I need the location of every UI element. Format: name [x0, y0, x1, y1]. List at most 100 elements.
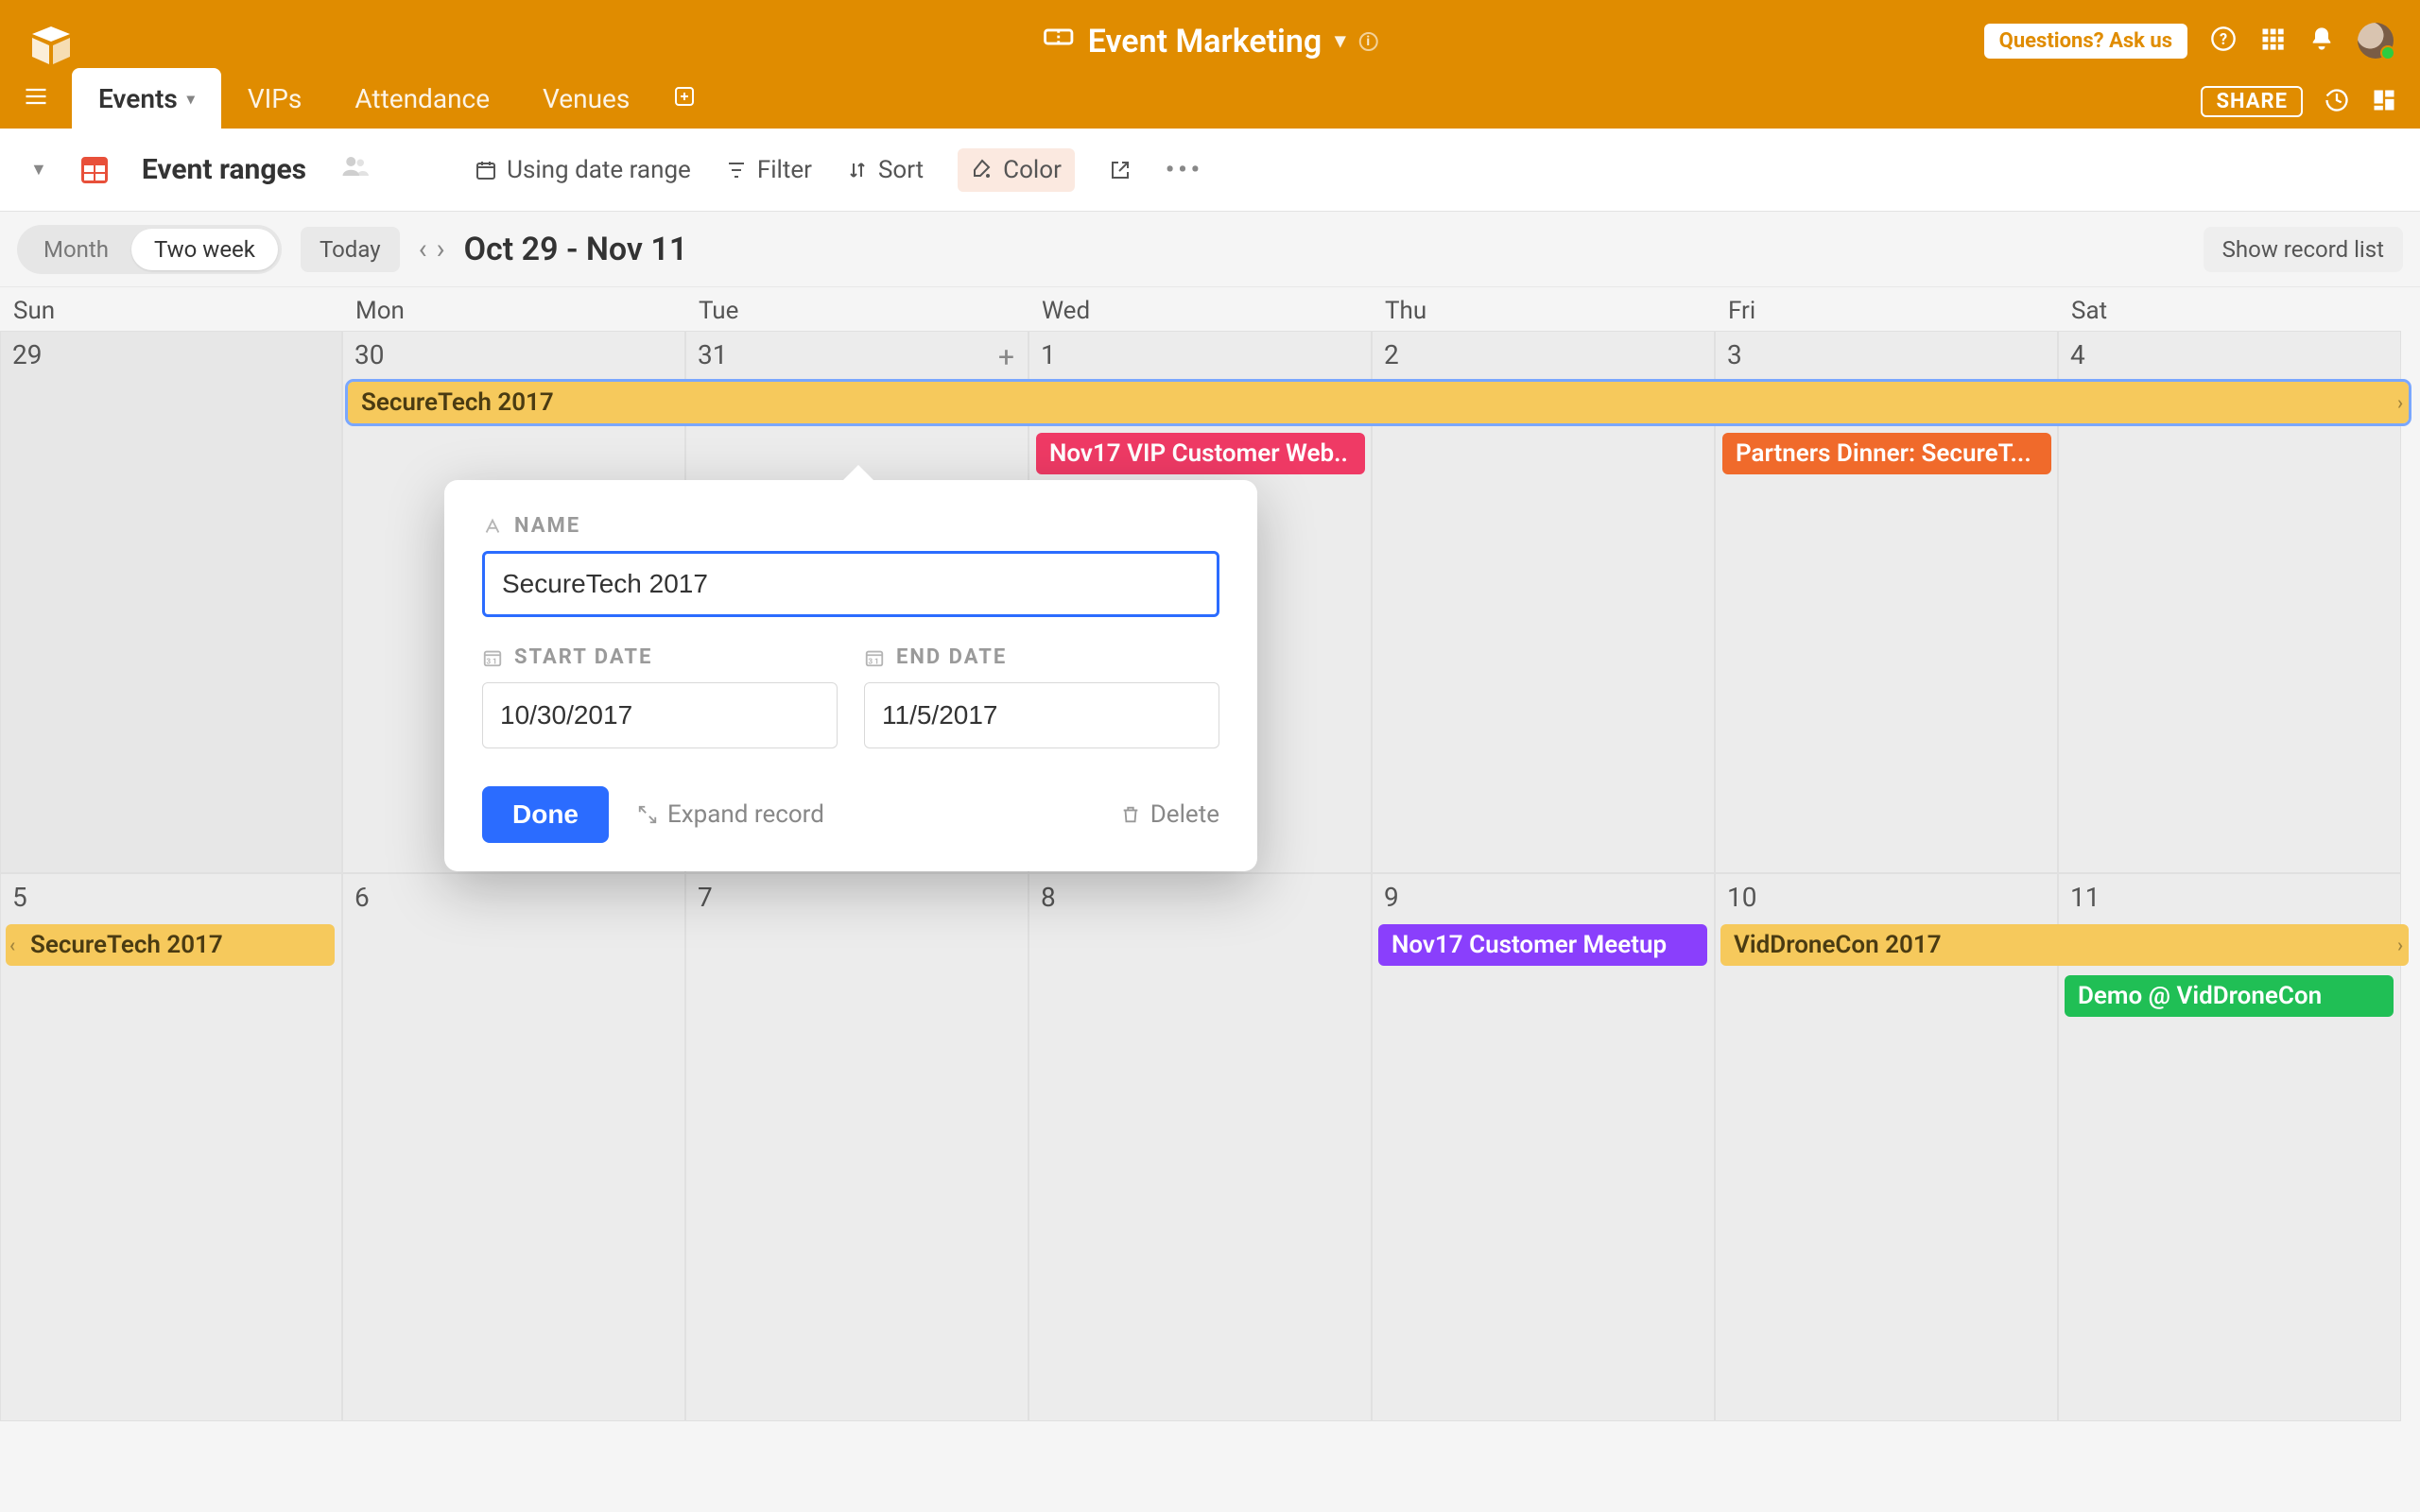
- expand-record-button[interactable]: Expand record: [637, 800, 824, 829]
- event-label: Nov17 VIP Customer Web..: [1049, 439, 1348, 468]
- caret-down-icon: ▾: [187, 90, 195, 108]
- day-of-week-row: Sun Mon Tue Wed Thu Fri Sat: [0, 287, 2420, 331]
- bell-icon[interactable]: [2308, 26, 2335, 56]
- chevron-left-icon: ‹: [9, 934, 15, 956]
- view-toolbar: ▼ Event ranges Using date range Filter S…: [0, 129, 2420, 212]
- calendar-icon: [81, 157, 108, 183]
- workspace-title[interactable]: Event Marketing ▾ i: [1043, 21, 1378, 61]
- tab-label: VIPs: [248, 83, 302, 114]
- record-popover: NAME 31 START DATE 31 END DATE: [444, 480, 1257, 871]
- color-label: Color: [1003, 156, 1062, 184]
- view-name[interactable]: Event ranges: [142, 153, 306, 186]
- svg-text:?: ?: [2220, 30, 2227, 48]
- week-row: 29 30 31+ 1 2 3 4 SecureTech 2017 › Nov1…: [0, 331, 2420, 873]
- tab-vips[interactable]: VIPs: [221, 68, 329, 129]
- svg-text:31: 31: [486, 657, 498, 666]
- filter-label: Filter: [757, 156, 812, 184]
- svg-text:31: 31: [868, 657, 880, 666]
- tab-label: Attendance: [354, 83, 490, 114]
- event-demo-viddronecon[interactable]: Demo @ VidDroneCon: [2065, 975, 2394, 1017]
- calendar-controls: Month Two week Today ‹ › Oct 29 - Nov 11…: [0, 212, 2420, 287]
- tab-label: Events: [98, 83, 178, 114]
- workspace-name: Event Marketing: [1088, 23, 1322, 60]
- tab-label: Venues: [543, 83, 630, 114]
- dow: Mon: [342, 287, 685, 331]
- caret-down-icon: ▾: [1335, 29, 1345, 53]
- blocks-icon[interactable]: [2371, 87, 2397, 117]
- name-input[interactable]: [482, 551, 1219, 617]
- show-record-list-button[interactable]: Show record list: [2204, 227, 2403, 272]
- menu-icon[interactable]: [23, 83, 49, 113]
- dow: Sat: [2058, 287, 2401, 331]
- dow: Thu: [1372, 287, 1715, 331]
- tab-right: SHARE: [2201, 86, 2397, 117]
- using-date-range[interactable]: Using date range: [475, 156, 691, 184]
- event-label: SecureTech 2017: [361, 388, 554, 417]
- day-cell[interactable]: 29: [0, 331, 342, 873]
- app-logo[interactable]: [28, 23, 74, 72]
- dow: Tue: [685, 287, 1028, 331]
- end-date-input[interactable]: [864, 682, 1219, 748]
- tab-venues[interactable]: Venues: [516, 68, 656, 129]
- range-segment: Month Two week: [17, 225, 282, 274]
- top-actions: Questions? Ask us ?: [1984, 23, 2394, 59]
- segment-two-week[interactable]: Two week: [131, 229, 278, 270]
- start-date-input[interactable]: [482, 682, 838, 748]
- avatar[interactable]: [2358, 23, 2394, 59]
- logo-icon: [28, 23, 74, 68]
- prev-button[interactable]: ‹: [419, 232, 427, 266]
- dow: Sun: [0, 287, 342, 331]
- history-icon[interactable]: [2324, 87, 2350, 117]
- questions-button[interactable]: Questions? Ask us: [1984, 24, 2187, 59]
- event-customer-meetup[interactable]: Nov17 Customer Meetup: [1378, 924, 1707, 966]
- top-bar: Event Marketing ▾ i Questions? Ask us ? …: [0, 0, 2420, 129]
- event-label: Partners Dinner: SecureT...: [1736, 439, 2031, 468]
- event-viddronecon[interactable]: VidDroneCon 2017 ›: [1720, 924, 2409, 966]
- event-label: VidDroneCon 2017: [1734, 931, 1942, 959]
- open-external-button[interactable]: [1109, 159, 1132, 181]
- apps-icon[interactable]: [2259, 26, 2286, 56]
- event-securetech[interactable]: SecureTech 2017 ›: [348, 382, 2409, 423]
- add-table-button[interactable]: [673, 85, 696, 112]
- event-label: Nov17 Customer Meetup: [1392, 931, 1667, 959]
- next-button[interactable]: ›: [437, 232, 445, 266]
- ticket-icon: [1043, 21, 1075, 61]
- event-label: Demo @ VidDroneCon: [2078, 982, 2322, 1010]
- info-icon[interactable]: i: [1358, 32, 1377, 51]
- nav-arrows: ‹ ›: [419, 232, 445, 266]
- start-date-label: 31 START DATE: [482, 645, 838, 669]
- chevron-right-icon: ›: [2397, 391, 2403, 414]
- tab-attendance[interactable]: Attendance: [328, 68, 516, 129]
- day-cell[interactable]: 8: [1028, 873, 1372, 1421]
- event-securetech-cont[interactable]: ‹ SecureTech 2017: [6, 924, 335, 966]
- event-vip-webinar[interactable]: Nov17 VIP Customer Web..: [1036, 433, 1365, 474]
- tab-events[interactable]: Events ▾: [72, 68, 221, 129]
- name-field-label: NAME: [482, 514, 1219, 538]
- chevron-right-icon: ›: [2397, 934, 2403, 956]
- done-button[interactable]: Done: [482, 786, 609, 843]
- calendar: Sun Mon Tue Wed Thu Fri Sat 29 30 31+ 1 …: [0, 287, 2420, 1421]
- views-menu-toggle[interactable]: ▼: [30, 160, 47, 180]
- more-button[interactable]: •••: [1166, 156, 1203, 184]
- using-label: Using date range: [507, 156, 691, 184]
- filter-button[interactable]: Filter: [725, 156, 812, 184]
- collaborators-icon[interactable]: [340, 152, 369, 187]
- table-tabs: Events ▾ VIPs Attendance Venues SHARE: [0, 68, 2420, 129]
- event-label: SecureTech 2017: [30, 931, 223, 959]
- delete-button[interactable]: Delete: [1120, 800, 1219, 829]
- day-cell[interactable]: 7: [685, 873, 1028, 1421]
- share-button[interactable]: SHARE: [2201, 86, 2303, 117]
- range-title: Oct 29 - Nov 11: [464, 231, 688, 268]
- day-cell[interactable]: 6: [342, 873, 685, 1421]
- dow: Wed: [1028, 287, 1372, 331]
- color-button[interactable]: Color: [958, 148, 1075, 192]
- event-partners-dinner[interactable]: Partners Dinner: SecureT...: [1722, 433, 2051, 474]
- week-row: 5 6 7 8 9 10 11 ‹ SecureTech 2017 Nov17 …: [0, 873, 2420, 1421]
- add-record-icon[interactable]: +: [998, 341, 1014, 374]
- sort-label: Sort: [878, 156, 924, 184]
- segment-month[interactable]: Month: [21, 229, 131, 270]
- sort-button[interactable]: Sort: [846, 156, 924, 184]
- today-button[interactable]: Today: [301, 227, 400, 272]
- help-icon[interactable]: ?: [2210, 26, 2237, 56]
- dow: Fri: [1715, 287, 2058, 331]
